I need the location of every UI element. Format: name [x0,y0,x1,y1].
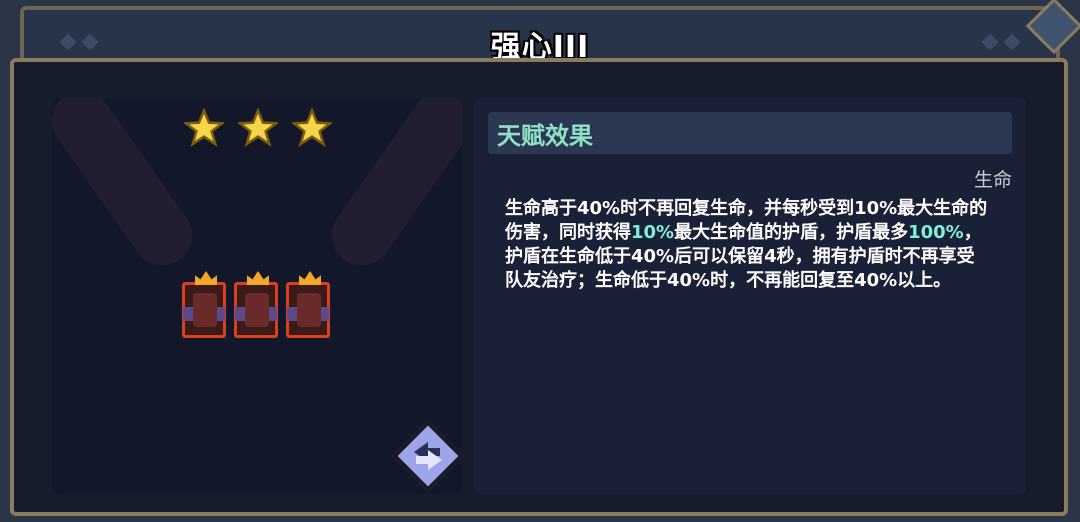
wing-icon [287,307,297,321]
spotlight-beam [52,98,204,278]
unit-slot[interactable] [182,271,226,338]
star-icon [292,108,332,148]
star-rating [184,108,332,148]
swap-arrows-icon [390,418,466,494]
section-title: 天赋效果 [497,122,593,150]
description-text: 最大生命值的护盾，护盾最多 [674,222,909,243]
star-icon [184,108,224,148]
description-highlight: 100% [908,222,964,243]
unit-list [182,271,330,338]
demon-icon [297,293,321,327]
demon-icon [193,293,217,327]
dialog-frame: 强心III 天赋效果 生命 生命高于40%时不再回复生命，并每秒受到10%最大生… [0,0,1080,522]
spotlight-beam [320,98,462,278]
star-icon [238,108,278,148]
unit-slot[interactable] [234,271,278,338]
category-tag: 生命 [973,169,1012,191]
wing-icon [235,307,245,321]
demon-icon [245,293,269,327]
wing-icon [183,307,193,321]
talent-description: 生命高于40%时不再回复生命，并每秒受到10%最大生命的伤害，同时获得10%最大… [505,197,991,293]
unit-slot[interactable] [286,271,330,338]
talent-detail-panel [474,98,1026,494]
description-highlight: 10% [631,222,675,243]
swap-button[interactable] [390,418,466,494]
